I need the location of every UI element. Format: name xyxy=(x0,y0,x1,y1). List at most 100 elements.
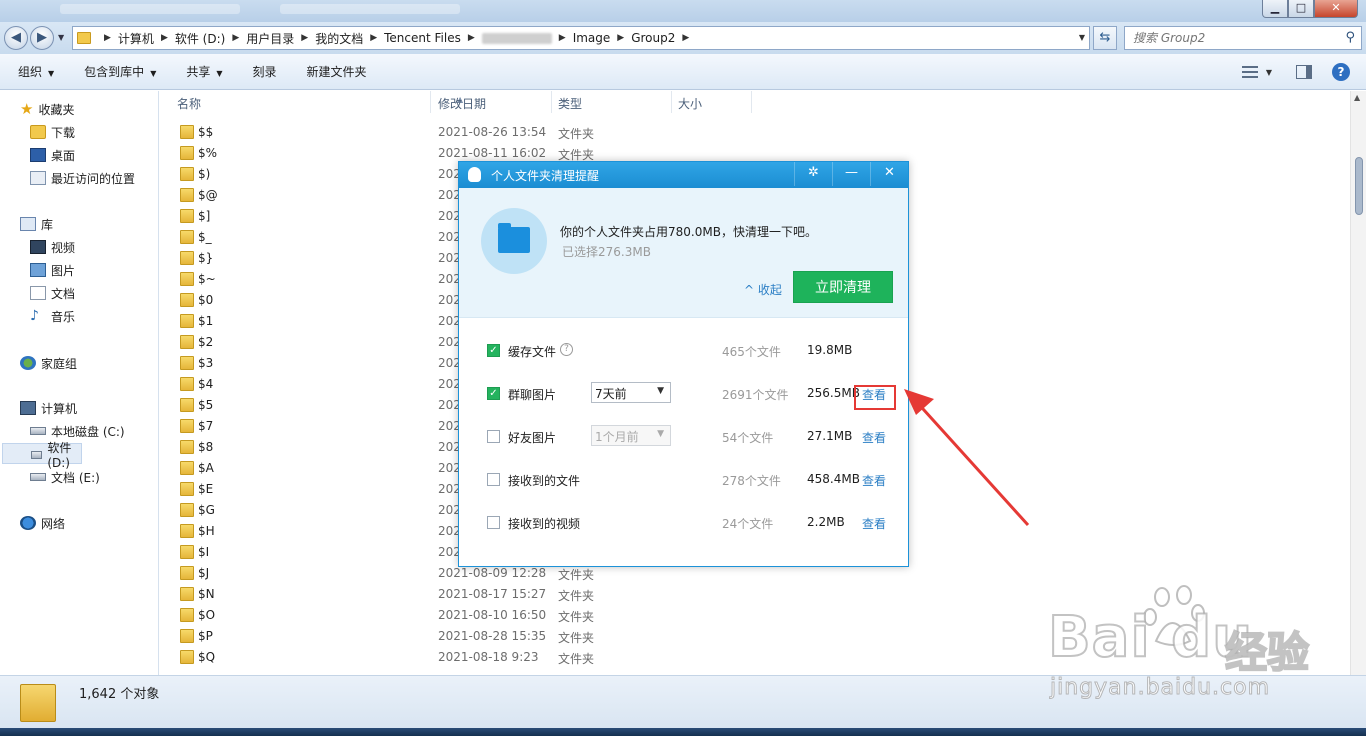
column-type[interactable]: 类型 xyxy=(558,95,582,112)
dialog-close-button[interactable]: ✕ xyxy=(870,162,908,186)
navigation-pane: ★ 收藏夹 下载 桌面 最近访问的位置 库 视频 图片 文档 ♪ 音乐 家庭组 计算… xyxy=(0,91,159,675)
view-link[interactable]: 查看 xyxy=(862,515,886,532)
chevron-right-icon[interactable]: ▶ xyxy=(301,33,308,43)
breadcrumb-drive-d[interactable]: 软件 (D:) xyxy=(175,30,225,47)
scrollbar-thumb[interactable] xyxy=(1355,157,1363,215)
refresh-button[interactable]: ⇆ xyxy=(1093,26,1117,50)
help-icon[interactable]: ? xyxy=(1332,63,1350,81)
folder-icon xyxy=(180,482,194,496)
view-link[interactable]: 查看 xyxy=(862,472,886,489)
chevron-right-icon[interactable]: ▶ xyxy=(232,33,239,43)
forward-button[interactable]: ▶ xyxy=(30,26,54,50)
chevron-down-icon: ▼ xyxy=(657,429,664,439)
back-button[interactable]: ◀ xyxy=(4,26,28,50)
minimize-button[interactable]: ▁ xyxy=(1262,0,1288,18)
view-link[interactable]: 查看 xyxy=(862,429,886,446)
chevron-down-icon[interactable]: ▼ xyxy=(1266,68,1272,77)
nav-label: 视频 xyxy=(51,240,76,255)
chevron-right-icon[interactable]: ▶ xyxy=(370,33,377,43)
folder-icon xyxy=(180,293,194,307)
breadcrumb-my-documents[interactable]: 我的文档 xyxy=(315,30,363,47)
group-images-checkbox[interactable]: ✓ xyxy=(487,387,500,400)
file-name: $I xyxy=(198,545,210,559)
file-name: $P xyxy=(198,629,213,643)
file-name: $A xyxy=(198,461,214,475)
column-size[interactable]: 大小 xyxy=(678,95,702,112)
file-name: $% xyxy=(198,146,218,160)
burn-button[interactable]: 刻录 xyxy=(235,63,277,80)
age-select[interactable]: 1个月前 ▼ xyxy=(591,425,671,446)
column-modified[interactable]: 修改日期 xyxy=(438,95,486,112)
breadcrumb-tencent-files[interactable]: Tencent Files xyxy=(384,31,461,45)
file-date: 2021-08-11 16:02 xyxy=(438,146,547,160)
search-input[interactable] xyxy=(1125,27,1330,49)
dialog-minimize-button[interactable]: — xyxy=(832,162,870,186)
file-row[interactable]: $N 2021-08-17 15:27 文件夹 xyxy=(160,584,1350,605)
nav-favorites[interactable]: ★ 收藏夹 xyxy=(20,98,177,120)
music-note-icon: ♪ xyxy=(30,308,39,324)
breadcrumb[interactable]: ▶ 计算机 ▶ 软件 (D:) ▶ 用户目录 ▶ 我的文档 ▶ Tencent … xyxy=(72,26,1090,50)
clean-now-button[interactable]: 立即清理 xyxy=(793,271,893,303)
item-label: 缓存文件 xyxy=(508,345,557,359)
maximize-button[interactable]: □ xyxy=(1288,0,1314,18)
file-row[interactable]: $Q 2021-08-18 9:23 文件夹 xyxy=(160,647,1350,668)
search-icon[interactable]: ⚲ xyxy=(1345,30,1355,45)
age-select[interactable]: 7天前 ▼ xyxy=(591,382,671,403)
nav-computer[interactable]: 计算机 xyxy=(20,397,177,419)
organize-menu[interactable]: 组织 ▼ xyxy=(0,63,54,80)
column-name[interactable]: 名称 xyxy=(177,95,201,112)
chevron-right-icon[interactable]: ▶ xyxy=(617,33,624,43)
include-in-library-menu[interactable]: 包含到库中 ▼ xyxy=(66,63,156,80)
breadcrumb-computer[interactable]: 计算机 xyxy=(118,30,154,47)
folder-icon xyxy=(180,566,194,580)
view-options-icon[interactable] xyxy=(1241,66,1258,78)
file-row[interactable]: $P 2021-08-28 15:35 文件夹 xyxy=(160,626,1350,647)
received-files-checkbox[interactable] xyxy=(487,473,500,486)
nav-label: 本地磁盘 (C:) xyxy=(51,424,125,439)
item-size: 2.2MB xyxy=(807,515,845,529)
search-box[interactable]: ⚲ xyxy=(1124,26,1362,50)
nav-network[interactable]: 网络 xyxy=(20,512,177,534)
chevron-right-icon[interactable]: ▶ xyxy=(468,33,475,43)
settings-gear-icon[interactable]: ✲ xyxy=(794,162,832,186)
nav-label: 家庭组 xyxy=(41,356,78,371)
nav-libraries[interactable]: 库 xyxy=(20,213,177,235)
file-row[interactable]: $O 2021-08-10 16:50 文件夹 xyxy=(160,605,1350,626)
chevron-down-icon: ▼ xyxy=(216,69,223,78)
homegroup-icon xyxy=(20,356,36,370)
file-name: $G xyxy=(198,503,215,517)
close-window-button[interactable]: ✕ xyxy=(1314,0,1358,18)
chevron-right-icon[interactable]: ▶ xyxy=(104,33,111,43)
vertical-scrollbar[interactable]: ▲ xyxy=(1350,91,1366,675)
scroll-up-icon[interactable]: ▲ xyxy=(1354,93,1360,102)
received-videos-checkbox[interactable] xyxy=(487,516,500,529)
file-name: $@ xyxy=(198,188,218,202)
file-row[interactable]: $$ 2021-08-26 13:54 文件夹 xyxy=(160,122,1350,143)
breadcrumb-image[interactable]: Image xyxy=(573,31,611,45)
chevron-right-icon[interactable]: ▶ xyxy=(161,33,168,43)
highlight-box xyxy=(854,385,896,410)
preview-pane-icon[interactable] xyxy=(1296,65,1312,79)
collapse-link[interactable]: ^ 收起 xyxy=(744,281,782,298)
nav-homegroup[interactable]: 家庭组 xyxy=(20,352,177,374)
cache-checkbox[interactable]: ✓ xyxy=(487,344,500,357)
new-folder-button[interactable]: 新建文件夹 xyxy=(289,63,367,80)
breadcrumb-user-dir[interactable]: 用户目录 xyxy=(246,30,294,47)
star-icon: ★ xyxy=(20,100,34,118)
nav-drive-d[interactable]: 软件 (D:) xyxy=(2,441,82,470)
nav-label: 文档 (E:) xyxy=(51,470,100,485)
cleanup-dialog: 个人文件夹清理提醒 ✲ — ✕ 你的个人文件夹占用780.0MB，快清理一下吧。… xyxy=(458,161,909,567)
cleanup-item-received-files: 接收到的文件 278个文件 458.4MB 查看 xyxy=(459,465,908,495)
friend-images-checkbox[interactable] xyxy=(487,430,500,443)
file-type: 文件夹 xyxy=(558,589,595,603)
chevron-right-icon[interactable]: ▶ xyxy=(559,33,566,43)
help-question-icon[interactable]: ? xyxy=(560,343,573,356)
chevron-down-icon: ▼ xyxy=(657,386,664,396)
address-history-dropdown-icon[interactable]: ▼ xyxy=(1079,33,1085,42)
share-menu[interactable]: 共享 ▼ xyxy=(168,63,222,80)
breadcrumb-group2[interactable]: Group2 xyxy=(631,31,675,45)
recent-pages-dropdown-icon[interactable]: ▼ xyxy=(58,33,64,42)
file-name: $8 xyxy=(198,440,214,454)
chevron-right-icon[interactable]: ▶ xyxy=(682,33,689,43)
folder-icon xyxy=(180,230,194,244)
